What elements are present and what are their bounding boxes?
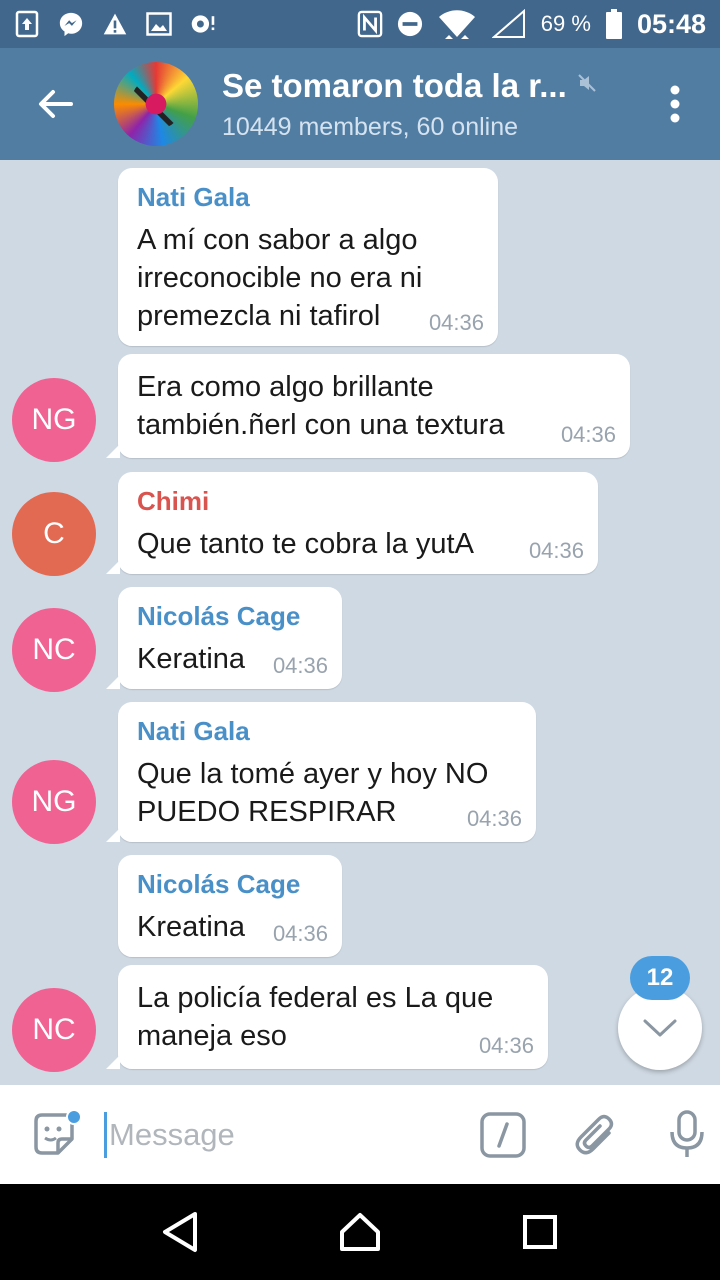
upload-icon xyxy=(14,10,40,38)
system-nav-bar xyxy=(0,1184,720,1280)
message-bubble[interactable]: Nati Gala Que la tomé ayer y hoy NO PUED… xyxy=(106,702,536,842)
nav-back-button[interactable] xyxy=(150,1202,210,1262)
battery-percent: 69 % xyxy=(540,11,591,36)
chat-title: Se tomaron toda la r... xyxy=(222,66,567,104)
mic-icon xyxy=(670,1109,704,1157)
message-text: A mí con sabor a algo irreconocible no e… xyxy=(137,224,423,332)
message-time: 04:36 xyxy=(560,422,616,447)
sender-name: Nati Gala xyxy=(137,182,250,212)
message-bubble[interactable]: Nati Gala A mí con sabor a algo irrecono… xyxy=(118,168,498,346)
unread-count-badge: 12 xyxy=(630,956,690,1000)
message-text: Que la tomé ayer y hoy NO PUEDO RESPIRAR xyxy=(137,758,489,828)
message-text: Que tanto te cobra la yutA xyxy=(137,528,474,560)
back-arrow-icon xyxy=(39,90,73,118)
message-time: 04:36 xyxy=(428,310,484,335)
message-text: La policía federal es La que maneja eso xyxy=(137,982,494,1052)
message-bubble[interactable]: Era como algo brillante también.ñerl con… xyxy=(106,354,630,458)
chat-header: Se tomaron toda la r... 10449 members, 6… xyxy=(0,48,720,160)
back-triangle-icon xyxy=(163,1212,197,1252)
home-icon xyxy=(340,1213,380,1251)
avatar[interactable]: NC xyxy=(12,988,96,1072)
message-input[interactable] xyxy=(109,1116,439,1153)
sender-name: Chimi xyxy=(137,486,210,516)
avatar[interactable]: NG xyxy=(12,760,96,844)
message-time: 04:36 xyxy=(466,806,522,831)
message-time: 04:36 xyxy=(272,653,328,678)
sender-name: Nicolás Cage xyxy=(137,601,301,631)
chat-info[interactable]: Se tomaron toda la r... 10449 members, 6… xyxy=(222,67,622,142)
message-bubble[interactable]: Chimi Que tanto te cobra la yutA 04:36 xyxy=(106,472,598,574)
avatar[interactable]: C xyxy=(12,492,96,576)
back-button[interactable] xyxy=(20,69,90,139)
battery-icon xyxy=(605,9,623,39)
dnd-icon xyxy=(397,11,423,37)
nfc-icon xyxy=(357,10,383,38)
mute-icon xyxy=(577,73,597,98)
message-bubble[interactable]: Nicolás Cage Kreatina 04:36 xyxy=(118,855,342,957)
sender-name: Nicolás Cage xyxy=(137,869,301,899)
message-time: 04:36 xyxy=(528,538,584,563)
avatar[interactable]: NC xyxy=(12,608,96,692)
voice-message-button[interactable] xyxy=(659,1105,715,1165)
warning-icon xyxy=(102,11,128,37)
nav-home-button[interactable] xyxy=(330,1202,390,1262)
group-avatar[interactable] xyxy=(114,62,198,146)
text-cursor xyxy=(104,1111,107,1158)
message-composer xyxy=(0,1085,720,1184)
wifi-icon xyxy=(437,10,477,39)
avatar[interactable]: NG xyxy=(12,378,96,462)
message-list[interactable]: Nati Gala A mí con sabor a algo irrecono… xyxy=(0,160,720,1085)
more-options-button[interactable] xyxy=(660,74,690,134)
message-bubble[interactable]: Nicolás Cage Keratina 04:36 xyxy=(106,587,342,689)
bot-command-button[interactable] xyxy=(475,1105,531,1165)
status-bar: 69 % 05:48 xyxy=(0,0,720,48)
nav-recents-button[interactable] xyxy=(510,1202,570,1262)
message-time: 04:36 xyxy=(272,921,328,946)
sender-name: Nati Gala xyxy=(137,716,250,746)
chevron-down-icon xyxy=(643,1019,677,1037)
message-time: 04:36 xyxy=(478,1033,534,1058)
recents-icon xyxy=(523,1215,557,1249)
signal-icon xyxy=(491,9,527,38)
messenger-icon xyxy=(58,11,84,37)
sticker-button[interactable] xyxy=(24,1105,84,1165)
more-vert-icon xyxy=(670,85,680,123)
message-bubble[interactable]: La policía federal es La que maneja eso … xyxy=(106,965,548,1069)
notification-dot xyxy=(66,1108,82,1125)
image-icon xyxy=(146,11,172,37)
message-text: Era como algo brillante también.ñerl con… xyxy=(137,371,505,441)
attach-button[interactable] xyxy=(567,1105,623,1165)
clock: 05:48 xyxy=(636,8,706,39)
bot-command-icon xyxy=(480,1111,526,1158)
member-count: 10449 members, 60 online xyxy=(222,112,519,141)
attach-icon xyxy=(575,1114,614,1154)
record-icon xyxy=(190,11,216,37)
